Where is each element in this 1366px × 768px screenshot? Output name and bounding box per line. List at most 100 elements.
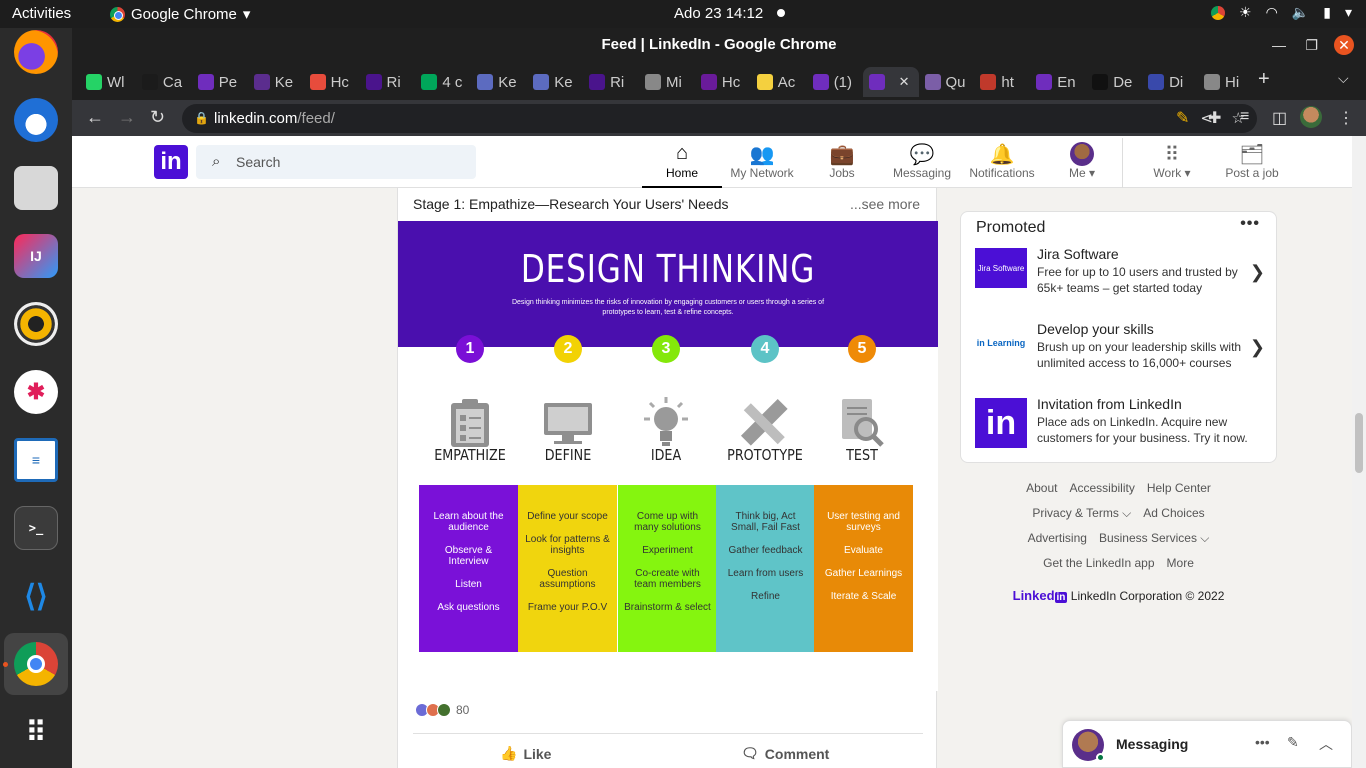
extensions-puzzle-icon[interactable]: ✚	[1208, 108, 1221, 128]
terminal-icon[interactable]: >_	[14, 506, 58, 550]
back-icon[interactable]: ←	[86, 107, 104, 128]
footer-link[interactable]: Ad Choices	[1143, 506, 1204, 520]
extension-pen-icon[interactable]: ✎	[1176, 108, 1189, 128]
nav-home[interactable]: ⌂ Home	[642, 136, 722, 188]
promoted-ad[interactable]: in Learning Develop your skills Brush up o…	[975, 321, 1265, 389]
browser-tab[interactable]: Qu	[919, 67, 975, 97]
vscode-icon[interactable]: ⟨⟩	[14, 574, 58, 618]
tab-favicon	[700, 74, 717, 90]
network-icon: 👥	[749, 144, 775, 166]
system-tray[interactable]: ☀ ◠ 🔈 ▮ ▾	[1211, 4, 1352, 21]
files-icon[interactable]	[14, 166, 58, 210]
chevron-down-icon[interactable]: ▾	[1345, 4, 1352, 21]
nav-post-a-job[interactable]: 🗂 Post a job	[1202, 136, 1302, 188]
intellij-icon[interactable]: IJ	[14, 234, 58, 278]
minimize-icon[interactable]: —	[1272, 28, 1286, 62]
comment-button[interactable]: 🗨 Comment	[741, 745, 829, 762]
browser-tab[interactable]: Ri	[360, 67, 416, 97]
browser-tab[interactable]: Hc	[695, 67, 751, 97]
footer-link[interactable]: Accessibility	[1069, 481, 1134, 495]
compose-icon[interactable]: ✎	[1287, 734, 1299, 751]
forward-icon[interactable]: →	[118, 107, 136, 128]
chrome-dock-icon[interactable]	[14, 642, 58, 686]
brightness-icon[interactable]: ☀	[1239, 4, 1252, 21]
slack-icon[interactable]: ✱	[14, 370, 58, 414]
activities-button[interactable]: Activities	[12, 5, 71, 22]
browser-tab[interactable]: (1)	[807, 67, 863, 97]
footer-link[interactable]: Get the LinkedIn app	[1043, 556, 1154, 570]
new-tab-button[interactable]: +	[1258, 68, 1270, 91]
browser-tab[interactable]: Wl	[80, 67, 136, 97]
see-more-link[interactable]: ...see more	[850, 196, 920, 212]
reload-icon[interactable]: ↻	[150, 107, 165, 128]
browser-tab[interactable]: Ca	[136, 67, 192, 97]
promoted-ad[interactable]: Jira Software Jira Software Free for up to…	[975, 246, 1265, 314]
browser-tab[interactable]: Ke	[527, 67, 583, 97]
browser-tab[interactable]: Ke	[248, 67, 304, 97]
footer-link[interactable]: Business Services ⌵	[1099, 531, 1209, 545]
close-window-icon[interactable]: ✕	[1334, 35, 1354, 55]
browser-tab[interactable]: Mi	[639, 67, 695, 97]
chevron-right-icon[interactable]: ❯	[1250, 337, 1265, 358]
more-options-icon[interactable]: •••	[1255, 734, 1270, 750]
footer-link[interactable]: More	[1167, 556, 1194, 570]
nav-me[interactable]: Me ▾	[1042, 136, 1122, 188]
chrome-tray-icon[interactable]	[1211, 5, 1226, 20]
nav-my-network[interactable]: 👥 My Network	[722, 136, 802, 188]
maximize-icon[interactable]: ❐	[1305, 28, 1318, 62]
window-titlebar[interactable]: Feed | LinkedIn - Google Chrome — ❐ ✕	[72, 28, 1366, 62]
step-4-column: Think big, Act Small, Fail Fast Gather fe…	[716, 485, 815, 652]
battery-icon[interactable]: ▮	[1323, 4, 1331, 21]
media-queue-icon[interactable]: ≡	[1240, 108, 1249, 126]
browser-tab[interactable]: 4 c	[415, 67, 471, 97]
rhythmbox-icon[interactable]	[14, 302, 58, 346]
close-tab-icon[interactable]: ✕	[899, 74, 910, 90]
browser-tab[interactable]: En	[1030, 67, 1086, 97]
like-button[interactable]: 👍 Like	[500, 745, 551, 762]
browser-tab[interactable]: Hc	[304, 67, 360, 97]
page-scrollbar[interactable]	[1352, 136, 1366, 768]
design-thinking-infographic[interactable]: DESIGN THINKING Design thinking minimize…	[398, 221, 938, 691]
writer-icon[interactable]: ≡	[14, 438, 58, 482]
linkedin-logo[interactable]: in	[154, 145, 188, 179]
thunderbird-icon[interactable]	[14, 98, 58, 142]
reactions-summary[interactable]: 80	[415, 703, 469, 717]
nav-jobs[interactable]: 💼 Jobs	[802, 136, 882, 188]
browser-tab[interactable]: Ri	[583, 67, 639, 97]
profile-avatar[interactable]	[1300, 106, 1322, 128]
side-panel-icon[interactable]: ◫	[1272, 108, 1287, 128]
nav-notifications[interactable]: 🔔 Notifications	[962, 136, 1042, 188]
show-apps-icon[interactable]: ⠿	[14, 710, 58, 754]
tab-search-icon[interactable]: ⌵	[1338, 70, 1349, 87]
footer-link[interactable]: Privacy & Terms ⌵	[1032, 506, 1131, 520]
volume-icon[interactable]: 🔈	[1292, 4, 1309, 21]
browser-tab[interactable]: Ac	[751, 67, 807, 97]
browser-tab[interactable]: Pe	[192, 67, 248, 97]
browser-tab[interactable]: Ke	[471, 67, 527, 97]
ad-logo: Jira Software	[975, 248, 1027, 288]
browser-tab[interactable]: Di	[1142, 67, 1198, 97]
footer-link[interactable]: Advertising	[1028, 531, 1087, 545]
wifi-icon[interactable]: ◠	[1266, 4, 1278, 21]
search-input[interactable]: ⌕ Search	[196, 145, 476, 179]
chrome-menu-icon[interactable]: ⋮	[1338, 108, 1354, 128]
lock-icon[interactable]: 🔒	[194, 104, 209, 133]
nav-messaging[interactable]: 💬 Messaging	[882, 136, 962, 188]
browser-tab[interactable]: De	[1086, 67, 1142, 97]
step-4-badge: 4	[751, 335, 779, 363]
chevron-right-icon[interactable]: ❯	[1250, 262, 1265, 283]
promoted-ad[interactable]: in Invitation from LinkedIn Place ads on L…	[975, 396, 1265, 464]
address-bar[interactable]: 🔒 linkedin.com/feed/ ⋖ ☆	[182, 104, 1257, 133]
browser-tab[interactable]: ✕	[862, 67, 919, 97]
more-options-icon[interactable]: •••	[1240, 215, 1260, 233]
clock[interactable]: Ado 23 14:12	[674, 5, 763, 22]
footer-link[interactable]: About	[1026, 481, 1057, 495]
browser-tab[interactable]: Hi	[1198, 67, 1254, 97]
firefox-icon[interactable]	[14, 30, 58, 74]
browser-tab[interactable]: ht	[974, 67, 1030, 97]
app-menu[interactable]: Google Chrome ▾	[110, 5, 250, 23]
chevron-up-icon[interactable]: ︿	[1319, 734, 1333, 754]
footer-link[interactable]: Help Center	[1147, 481, 1211, 495]
scrollbar-thumb[interactable]	[1355, 413, 1363, 473]
messaging-bar[interactable]: Messaging ••• ✎ ︿	[1062, 720, 1352, 768]
